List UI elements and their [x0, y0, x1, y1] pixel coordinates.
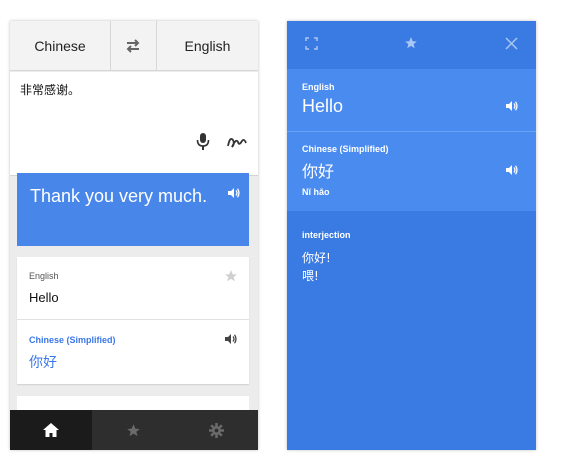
- gear-icon: [209, 422, 224, 438]
- input-text[interactable]: 非常感谢。: [20, 81, 80, 98]
- speaker-icon[interactable]: [505, 164, 519, 176]
- close-icon[interactable]: [505, 37, 518, 50]
- target-lang-label: Chinese (Simplified): [29, 335, 116, 345]
- target-panel: Chinese (Simplified) 你好 Nǐ hǎo: [287, 132, 536, 211]
- source-language-button[interactable]: Chinese: [10, 21, 110, 71]
- source-word: Hello: [29, 290, 59, 305]
- handwriting-icon[interactable]: [227, 134, 247, 150]
- speaker-icon[interactable]: [227, 187, 241, 199]
- definition-item: 喂!: [302, 269, 319, 283]
- target-lang-label: Chinese (Simplified): [302, 144, 389, 154]
- fullscreen-icon[interactable]: [305, 37, 318, 50]
- source-word: Hello: [302, 96, 344, 116]
- detail-toolbar: [287, 21, 536, 69]
- star-icon[interactable]: [224, 269, 238, 283]
- nav-settings-button[interactable]: [175, 410, 258, 450]
- speaker-icon[interactable]: [224, 333, 238, 345]
- part-of-speech-label: interjection: [302, 230, 351, 240]
- target-language-button[interactable]: English: [157, 21, 258, 71]
- language-bar: Chinese English: [10, 21, 258, 71]
- bottom-nav: [10, 410, 258, 450]
- speaker-icon[interactable]: [505, 100, 519, 112]
- star-icon[interactable]: [404, 36, 418, 50]
- swap-languages-button[interactable]: [110, 21, 156, 71]
- translation-card[interactable]: Thank you very much.: [17, 173, 249, 246]
- nav-starred-button[interactable]: [92, 410, 175, 450]
- star-icon: [127, 423, 140, 436]
- source-panel: English Hello: [287, 69, 536, 131]
- nav-home-button[interactable]: [10, 410, 92, 450]
- definition-item: 你好!: [302, 251, 331, 265]
- target-word: 你好: [302, 162, 335, 181]
- input-area[interactable]: 非常感谢。: [10, 72, 258, 176]
- translation-text: Thank you very much.: [30, 186, 208, 206]
- phrase-detail-screen: English Hello Chinese (Simplified) 你好 Nǐ…: [287, 21, 536, 450]
- dictionary-card[interactable]: English Hello Chinese (Simplified) 你好: [17, 257, 249, 384]
- swap-icon: [126, 39, 140, 53]
- romanization-text: Nǐ hǎo: [302, 187, 330, 197]
- home-icon: [43, 423, 59, 437]
- screenshot-stage: Chinese English 非常感谢。 Thank you very muc…: [0, 0, 566, 460]
- source-lang-label: English: [29, 271, 59, 281]
- target-word: 你好: [29, 355, 57, 371]
- source-lang-label: English: [302, 82, 335, 92]
- microphone-icon[interactable]: [196, 133, 210, 151]
- translate-screen: Chinese English 非常感谢。 Thank you very muc…: [10, 21, 258, 450]
- divider: [17, 319, 249, 320]
